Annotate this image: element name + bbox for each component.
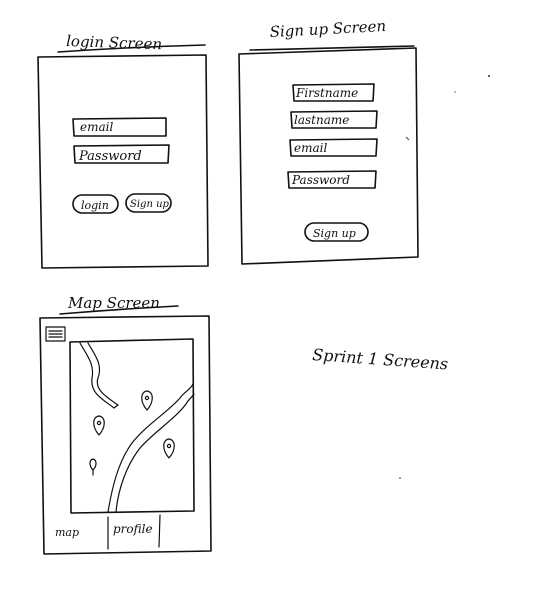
sprint-caption: Sprint 1 Screens: [312, 345, 449, 373]
stray-mark: [454, 91, 456, 93]
signup-button-label: Sign up: [313, 227, 356, 240]
stray-mark: [399, 477, 401, 479]
map-screen: Map Screen map profile: [39, 294, 212, 555]
map-road-edge-2: [115, 393, 195, 513]
map-pin-icon[interactable]: [93, 415, 105, 436]
signup-firstname-label: Firstname: [295, 86, 358, 100]
map-pin-icon[interactable]: [141, 390, 153, 411]
sketch-canvas: login Screen email Password login Sign u…: [37, 17, 490, 555]
login-email-label: email: [80, 120, 113, 134]
map-phone-frame: [39, 315, 212, 555]
map-area: [69, 338, 195, 514]
nav-map-tab[interactable]: map: [55, 526, 79, 539]
signup-email-label: email: [294, 141, 327, 155]
nav-divider-2: [158, 514, 161, 548]
login-password-label: Password: [78, 149, 142, 164]
nav-profile-tab[interactable]: profile: [113, 522, 153, 536]
map-pin-icon[interactable]: [89, 458, 97, 476]
hamburger-menu-icon[interactable]: [45, 326, 66, 342]
map-pin-icon[interactable]: [163, 438, 175, 459]
map-road-edge-1: [107, 383, 194, 513]
map-river: [79, 342, 119, 409]
stray-mark: [488, 75, 490, 77]
wireframe-sketch: login Screen email Password login Sign u…: [0, 0, 537, 595]
signup-password-label: Password: [291, 173, 350, 187]
login-button-label: login: [81, 199, 109, 212]
login-signup-button-label: Sign up: [130, 199, 170, 210]
signup-lastname-label: lastname: [294, 113, 349, 127]
login-screen: login Screen email Password login Sign u…: [37, 32, 209, 269]
signup-screen-title: Sign up Screen: [269, 17, 386, 41]
stray-mark: [405, 136, 410, 141]
signup-screen: Sign up Screen Firstname lastname email …: [238, 17, 419, 265]
